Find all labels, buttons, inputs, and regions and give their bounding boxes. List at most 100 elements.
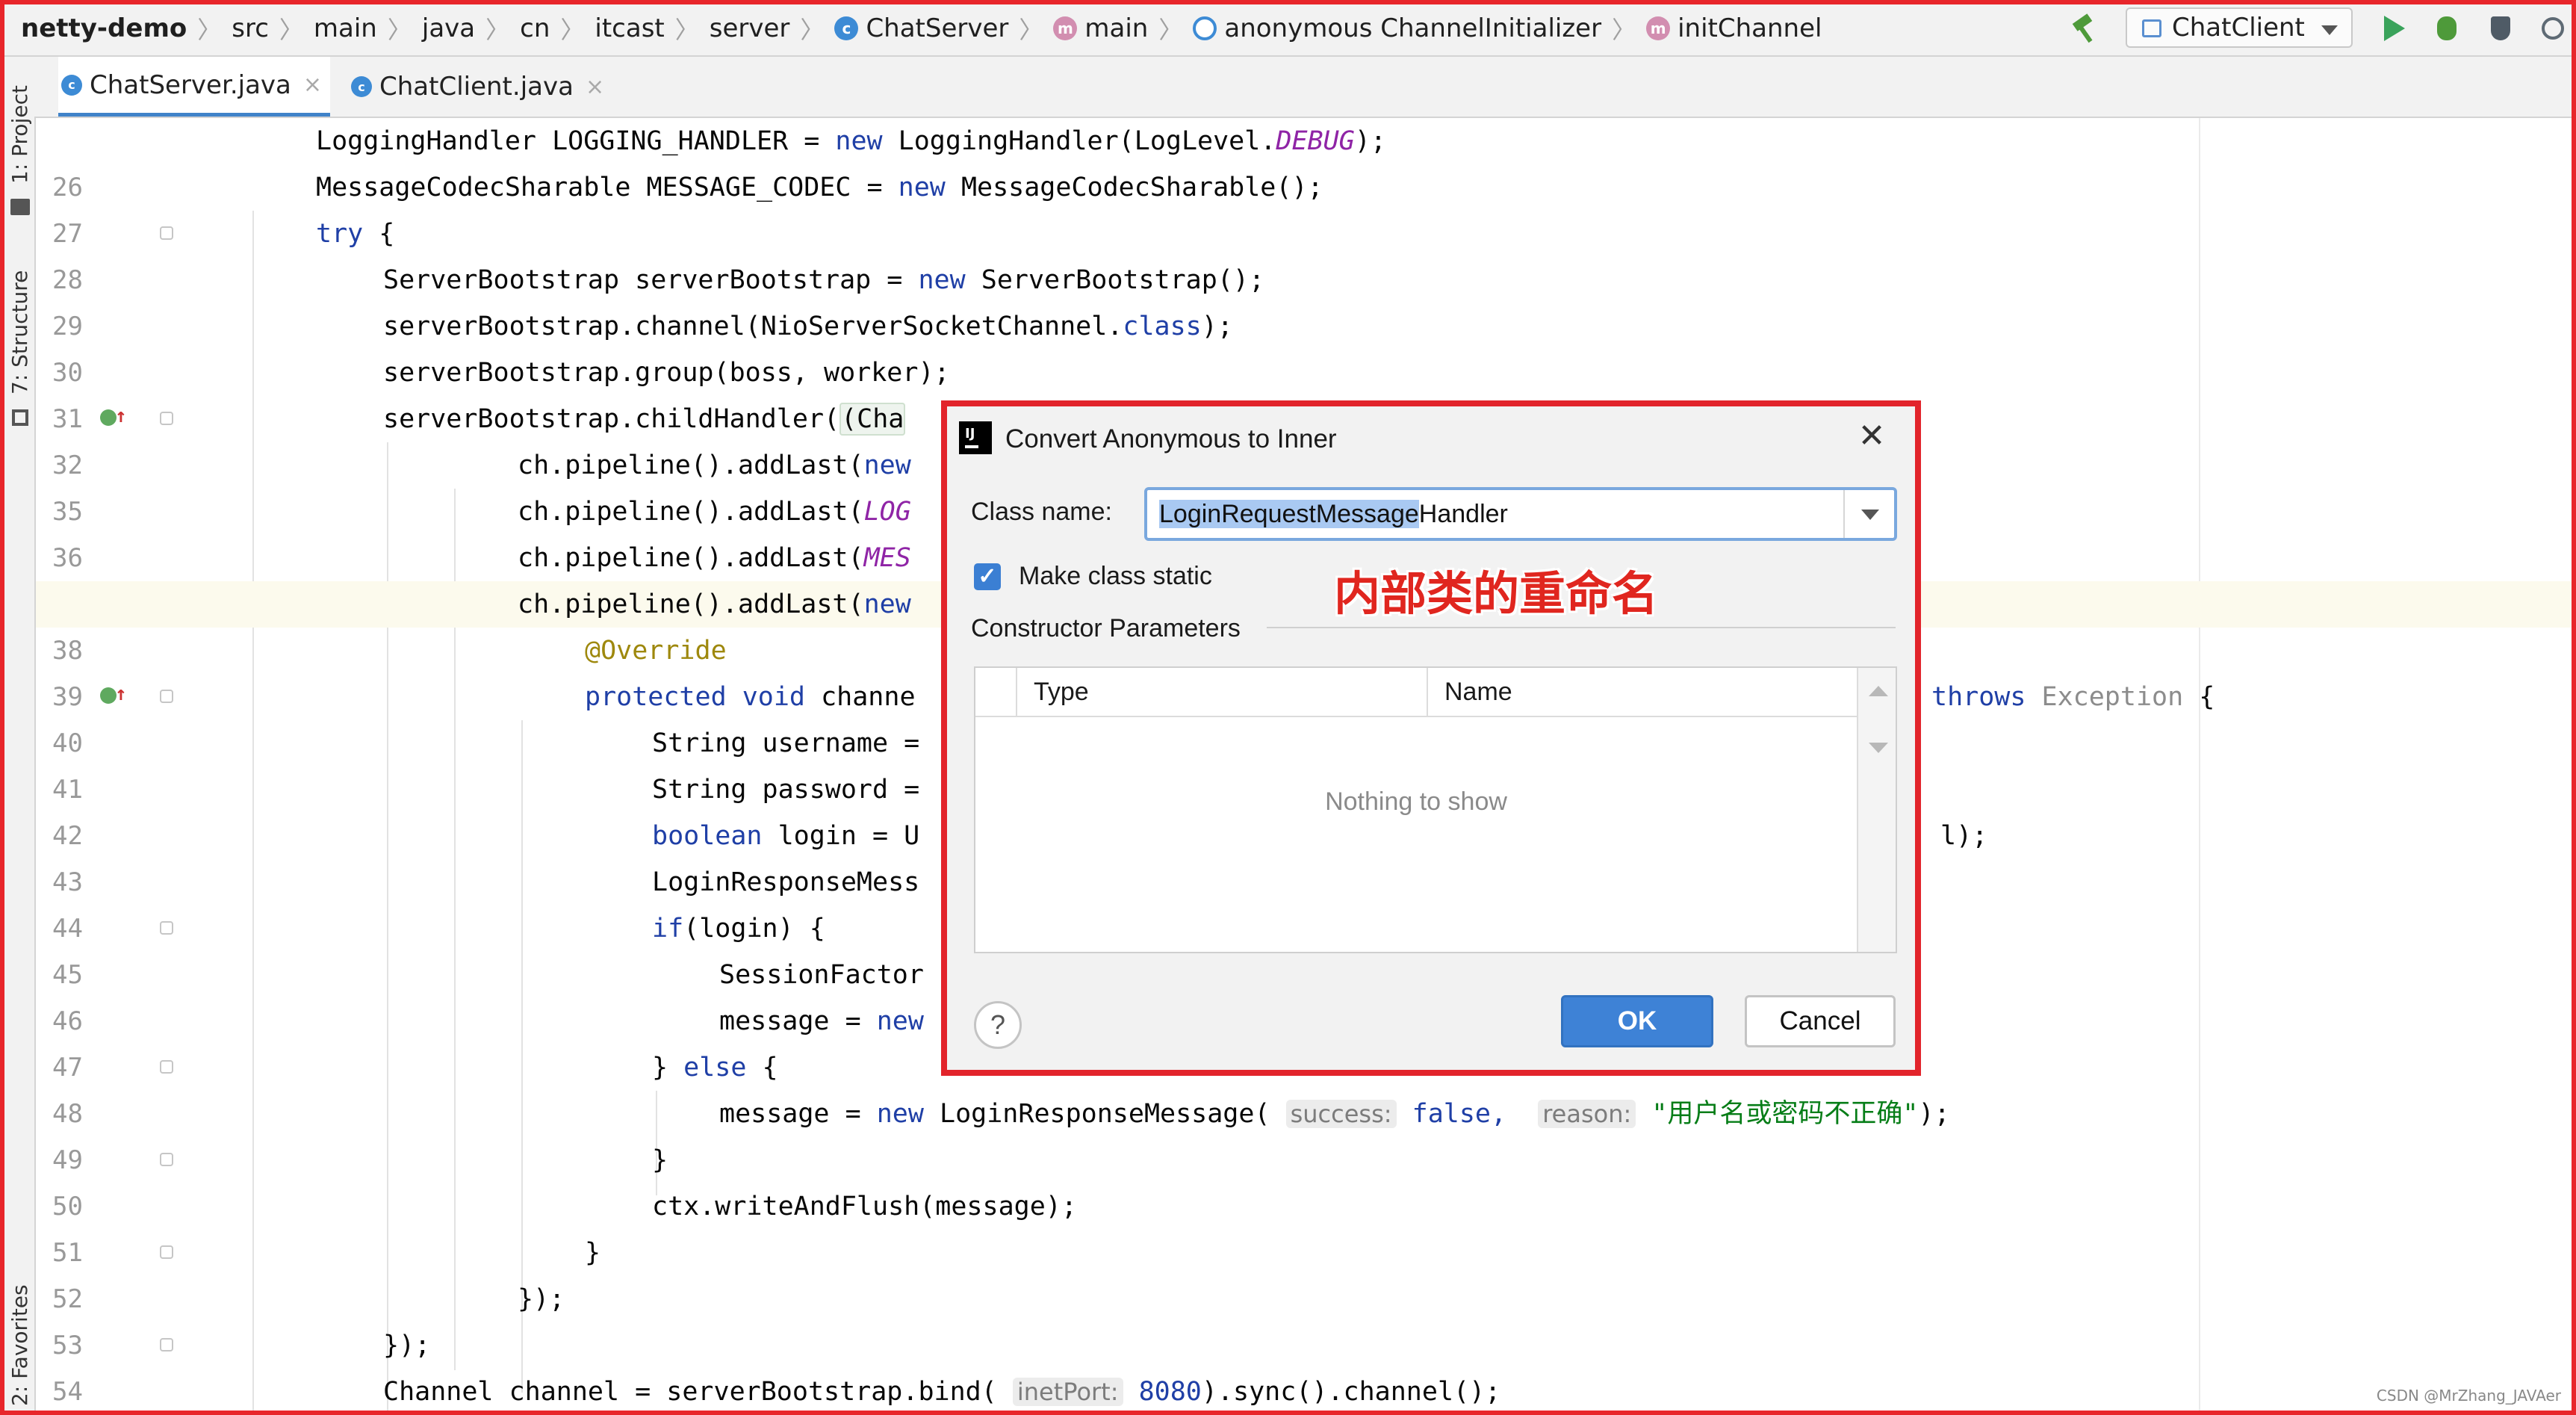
folder-icon bbox=[10, 199, 30, 215]
close-icon[interactable]: × bbox=[586, 74, 604, 100]
selected-text: LoginRequestMessage bbox=[1159, 500, 1419, 528]
code-line: 56 Channel channel = serverBootstrap.bin… bbox=[36, 1369, 2572, 1411]
fold-marker[interactable] bbox=[160, 1338, 173, 1351]
fold-marker[interactable] bbox=[160, 1245, 173, 1259]
chevron-right-icon: 〉 bbox=[387, 16, 412, 44]
move-down-icon[interactable] bbox=[1869, 743, 1888, 753]
breadcrumb-cn[interactable]: cn bbox=[520, 13, 550, 43]
parameter-hint: success: bbox=[1285, 1100, 1397, 1128]
debug-icon[interactable] bbox=[2430, 12, 2463, 45]
chevron-right-icon: 〉 bbox=[1158, 16, 1183, 44]
fold-marker[interactable] bbox=[160, 921, 173, 935]
code-text: message = new bbox=[719, 1006, 924, 1036]
close-icon[interactable]: × bbox=[303, 72, 322, 98]
project-tool-window-button[interactable]: 1: Project bbox=[7, 85, 32, 184]
chevron-right-icon: 〉 bbox=[1019, 16, 1043, 44]
code-line: 50 } bbox=[36, 1137, 2572, 1222]
code-text: serverBootstrap.group(boss, worker); bbox=[383, 358, 950, 388]
fold-marker[interactable] bbox=[160, 690, 173, 703]
code-line: 51 ctx.writeAndFlush(message); bbox=[36, 1183, 2572, 1268]
make-static-label[interactable]: Make class static bbox=[1019, 562, 1212, 591]
breadcrumb-itcast[interactable]: itcast bbox=[595, 13, 664, 43]
code-text: MessageCodecSharable MESSAGE_CODEC = new… bbox=[316, 173, 1323, 202]
breadcrumb-main-method-label: main bbox=[1084, 13, 1149, 43]
tab-label: ChatServer.java bbox=[90, 69, 291, 100]
chevron-down-icon bbox=[2321, 25, 2338, 35]
breadcrumb-initchannel-label: initChannel bbox=[1677, 13, 1822, 43]
class-icon: c bbox=[834, 16, 859, 40]
run-icon[interactable] bbox=[2378, 12, 2411, 45]
column-divider bbox=[1427, 668, 1428, 716]
structure-icon bbox=[12, 409, 28, 426]
fold-marker[interactable] bbox=[160, 226, 173, 240]
class-name-combobox[interactable]: LoginRequestMessageHandler bbox=[1144, 487, 1897, 541]
tab-chatclient[interactable]: c ChatClient.java × bbox=[351, 57, 635, 117]
code-text: ch.pipeline().addLast(new bbox=[518, 589, 911, 619]
fold-marker[interactable] bbox=[160, 1153, 173, 1166]
breadcrumb-main-method[interactable]: m main bbox=[1053, 13, 1148, 43]
table-side-toolbar bbox=[1857, 668, 1896, 952]
breadcrumb-anonymous-class-label: anonymous ChannelInitializer bbox=[1224, 13, 1602, 43]
fold-marker[interactable] bbox=[160, 1060, 173, 1074]
fold-marker[interactable] bbox=[160, 412, 173, 425]
combo-divider bbox=[1843, 490, 1845, 538]
breadcrumb-src[interactable]: src bbox=[232, 13, 269, 43]
class-icon: c bbox=[351, 76, 372, 97]
method-icon: m bbox=[1646, 16, 1671, 40]
code-line: 53 }); bbox=[36, 1276, 2572, 1360]
favorites-tool-window-button[interactable]: 2: Favorites bbox=[7, 1284, 32, 1406]
chevron-right-icon: 〉 bbox=[197, 16, 222, 44]
chevron-right-icon: 〉 bbox=[1612, 16, 1636, 44]
code-text: ctx.writeAndFlush(message); bbox=[652, 1192, 1077, 1222]
code-text: SessionFactor bbox=[719, 960, 924, 990]
code-text: l); bbox=[1940, 821, 1988, 851]
breadcrumb-main[interactable]: main bbox=[314, 13, 377, 43]
code-text: protected void channe bbox=[585, 682, 916, 712]
code-line: 52 } bbox=[36, 1230, 2572, 1314]
structure-tool-window-button[interactable]: 7: Structure bbox=[7, 270, 32, 394]
code-literal: false, bbox=[1412, 1099, 1507, 1129]
parameters-table[interactable]: Type Name Nothing to show bbox=[974, 666, 1897, 953]
code-punct: ); bbox=[1918, 1099, 1950, 1129]
section-divider bbox=[1267, 627, 1896, 628]
code-line: 31 serverBootstrap.group(boss, worker); bbox=[36, 350, 2572, 434]
breadcrumb-project[interactable]: netty-demo bbox=[21, 13, 187, 43]
chevron-down-icon[interactable] bbox=[1861, 510, 1879, 520]
move-up-icon[interactable] bbox=[1869, 686, 1888, 696]
code-line: 26 LoggingHandler LOGGING_HANDLER = new … bbox=[36, 118, 2572, 202]
coverage-icon[interactable] bbox=[2484, 12, 2517, 45]
tab-chatserver[interactable]: c ChatServer.java × bbox=[58, 57, 330, 117]
code-text: ServerBootstrap serverBootstrap = new Se… bbox=[383, 265, 1265, 295]
dialog-titlebar[interactable]: IJ Convert Anonymous to Inner ✕ bbox=[947, 406, 1915, 472]
breadcrumb-server[interactable]: server bbox=[710, 13, 790, 43]
override-marker-icon[interactable]: ↑ bbox=[100, 684, 127, 710]
run-configuration-select[interactable]: ChatClient bbox=[2126, 7, 2353, 48]
implementation-marker-icon[interactable]: ↑ bbox=[100, 406, 127, 432]
code-text: message = new LoginResponseMessage( succ… bbox=[719, 1099, 1950, 1129]
column-header-type[interactable]: Type bbox=[1034, 668, 1089, 716]
code-line: 28 try { bbox=[36, 211, 2572, 295]
code-text: try { bbox=[316, 219, 395, 249]
breadcrumb-java[interactable]: java bbox=[422, 13, 475, 43]
code-line: 54 }); bbox=[36, 1322, 2572, 1407]
cancel-button[interactable]: Cancel bbox=[1745, 995, 1896, 1047]
class-name-label: Class name: bbox=[971, 498, 1112, 526]
make-static-checkbox[interactable]: ✓ bbox=[974, 563, 1001, 590]
code-text: }); bbox=[518, 1284, 565, 1314]
close-icon[interactable]: ✕ bbox=[1854, 418, 1890, 454]
code-line: 27 MessageCodecSharable MESSAGE_CODEC = … bbox=[36, 164, 2572, 249]
table-header: Type Name bbox=[975, 668, 1857, 717]
breadcrumb-anonymous-class[interactable]: anonymous ChannelInitializer bbox=[1193, 13, 1601, 43]
breadcrumb-initchannel[interactable]: m initChannel bbox=[1646, 13, 1822, 43]
column-header-name[interactable]: Name bbox=[1444, 668, 1512, 716]
code-text: serverBootstrap.channel(NioServerSocketC… bbox=[383, 312, 1233, 341]
code-text: } bbox=[652, 1145, 668, 1175]
code-literal: 8080 bbox=[1138, 1377, 1202, 1407]
profiler-icon[interactable] bbox=[2536, 12, 2569, 45]
breadcrumb-chatserver[interactable]: c ChatServer bbox=[834, 13, 1008, 43]
class-name-input[interactable]: LoginRequestMessageHandler bbox=[1159, 490, 1508, 538]
code-text: } bbox=[585, 1238, 601, 1268]
build-hammer-icon[interactable] bbox=[2067, 12, 2100, 45]
ok-button[interactable]: OK bbox=[1561, 995, 1713, 1047]
help-button[interactable]: ? bbox=[974, 1001, 1022, 1049]
